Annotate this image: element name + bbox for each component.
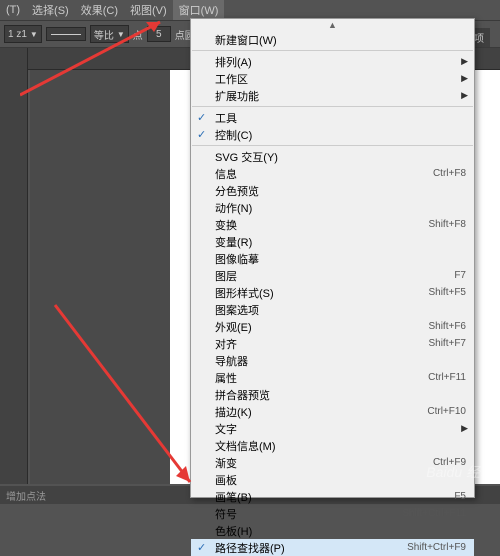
chevron-right-icon: ▶ [461, 90, 468, 101]
status-text: 增加点法 [6, 488, 46, 503]
menu-select[interactable]: 选择(S) [26, 0, 75, 20]
points-input[interactable] [147, 26, 171, 42]
menu-item[interactable]: 分色预览 [191, 182, 474, 199]
menu-item[interactable]: 渐变Ctrl+F9 [191, 454, 474, 471]
menu-item[interactable]: 变换Shift+F8 [191, 216, 474, 233]
menu-item-label: 符号 [215, 506, 402, 522]
check-icon: ✓ [197, 111, 206, 124]
menu-item-label: 渐变 [215, 455, 433, 471]
menu-item[interactable]: 画板 [191, 471, 474, 488]
menu-separator [192, 106, 473, 107]
menu-item-label: 文字 [215, 421, 466, 437]
menu-item-shortcut: Shift+Ctrl+F9 [407, 542, 466, 553]
menu-item-shortcut: F7 [454, 270, 466, 281]
menu-item-label: 属性 [215, 370, 428, 386]
menubar: (T) 选择(S) 效果(C) 视图(V) 窗口(W) [0, 0, 500, 20]
check-icon: ✓ [197, 541, 206, 554]
chevron-right-icon: ▶ [461, 56, 468, 67]
menu-item[interactable]: 外观(E)Shift+F6 [191, 318, 474, 335]
menu-item-shortcut: Shift+F6 [428, 321, 466, 332]
menu-item-label: 变换 [215, 217, 428, 233]
menu-item[interactable]: ✓ 路径查找器(P)Shift+Ctrl+F9 [191, 539, 474, 556]
menu-item-shortcut: Ctrl+F10 [427, 406, 466, 417]
menu-item-label: 变量(R) [215, 234, 466, 250]
menu-item[interactable]: 变量(R) [191, 233, 474, 250]
menu-item-label: 色板(H) [215, 523, 466, 539]
menu-item[interactable]: 画笔(B)F5 [191, 488, 474, 505]
menu-item-label: 新建窗口(W) [215, 32, 466, 48]
menu-window[interactable]: 窗口(W) [173, 0, 225, 20]
menu-item-label: 图案选项 [215, 302, 466, 318]
menu-item[interactable]: ✓ 控制(C) [191, 126, 474, 143]
menu-item-label: 图像临摹 [215, 251, 466, 267]
menu-item-label: 路径查找器(P) [215, 540, 407, 556]
menu-item-label: 拼合器预览 [215, 387, 466, 403]
menu-item[interactable]: 排列(A)▶ [191, 53, 474, 70]
menu-item-label: 工具 [215, 110, 466, 126]
chevron-down-icon: ▼ [117, 30, 125, 39]
menu-item-label: 画笔(B) [215, 489, 454, 505]
menu-item[interactable]: 扩展功能▶ [191, 87, 474, 104]
menu-item-label: 文档信息(M) [215, 438, 466, 454]
menu-item-label: 扩展功能 [215, 88, 466, 104]
menu-item[interactable]: 导航器 [191, 352, 474, 369]
menu-item-shortcut: Ctrl+F9 [433, 457, 466, 468]
menu-view[interactable]: 视图(V) [124, 0, 173, 20]
menu-separator [192, 50, 473, 51]
menu-item-label: 分色预览 [215, 183, 466, 199]
stroke-preview[interactable] [46, 27, 86, 41]
menu-item-label: 工作区 [215, 71, 466, 87]
menu-item[interactable]: SVG 交互(Y) [191, 148, 474, 165]
menu-item-label: SVG 交互(Y) [215, 149, 466, 165]
menu-item[interactable]: 信息Ctrl+F8 [191, 165, 474, 182]
menu-item[interactable]: 拼合器预览 [191, 386, 474, 403]
menu-item[interactable]: ✓ 工具 [191, 109, 474, 126]
window-menu: ▲ 新建窗口(W)排列(A)▶工作区▶扩展功能▶✓工具✓控制(C)SVG 交互(… [190, 18, 475, 498]
menu-item[interactable]: 图层F7 [191, 267, 474, 284]
menu-item[interactable]: 图案选项 [191, 301, 474, 318]
stroke-style-select[interactable]: 等比▼ [90, 25, 129, 43]
left-panel [0, 48, 28, 484]
menu-item-label: 导航器 [215, 353, 466, 369]
menu-item-shortcut: Shift+F5 [428, 287, 466, 298]
menu-item[interactable]: 图像临摹 [191, 250, 474, 267]
menu-item[interactable]: 符号Shift+Ctrl+F11 [191, 505, 474, 522]
menu-item[interactable]: 图形样式(S)Shift+F5 [191, 284, 474, 301]
chevron-right-icon: ▶ [461, 423, 468, 434]
menu-item-label: 信息 [215, 166, 433, 182]
menu-item-label: 图形样式(S) [215, 285, 428, 301]
menu-item[interactable]: 文档信息(M) [191, 437, 474, 454]
menu-item-shortcut: Shift+F7 [428, 338, 466, 349]
menu-item-label: 控制(C) [215, 127, 466, 143]
points-prefix: 点 [133, 27, 143, 42]
check-icon: ✓ [197, 128, 206, 141]
menu-item-shortcut: Shift+Ctrl+F11 [402, 508, 466, 519]
chevron-right-icon: ▶ [461, 73, 468, 84]
menu-item[interactable]: 色板(H) [191, 522, 474, 539]
menu-item-label: 对齐 [215, 336, 428, 352]
menu-item[interactable]: 描边(K)Ctrl+F10 [191, 403, 474, 420]
menu-item[interactable]: 文字▶ [191, 420, 474, 437]
menu-effect[interactable]: 效果(C) [75, 0, 124, 20]
menu-separator [192, 145, 473, 146]
menu-item-label: 图层 [215, 268, 454, 284]
menu-item-label: 排列(A) [215, 54, 466, 70]
chevron-down-icon: ▼ [30, 30, 38, 39]
menu-item-shortcut: F5 [454, 491, 466, 502]
menu-item-label: 描边(K) [215, 404, 427, 420]
menu-scroll-up[interactable]: ▲ [191, 19, 474, 31]
menu-item[interactable]: 动作(N) [191, 199, 474, 216]
menu-item-label: 动作(N) [215, 200, 466, 216]
menu-t[interactable]: (T) [0, 2, 26, 18]
menu-item[interactable]: 新建窗口(W) [191, 31, 474, 48]
menu-item[interactable]: 对齐Shift+F7 [191, 335, 474, 352]
zoom-select[interactable]: 1 z1▼ [4, 25, 42, 43]
menu-item-label: 画板 [215, 472, 466, 488]
menu-item-shortcut: Ctrl+F8 [433, 168, 466, 179]
menu-item-shortcut: Ctrl+F11 [428, 372, 466, 383]
menu-item[interactable]: 属性Ctrl+F11 [191, 369, 474, 386]
menu-item[interactable]: 工作区▶ [191, 70, 474, 87]
menu-item-label: 外观(E) [215, 319, 428, 335]
menu-item-shortcut: Shift+F8 [428, 219, 466, 230]
